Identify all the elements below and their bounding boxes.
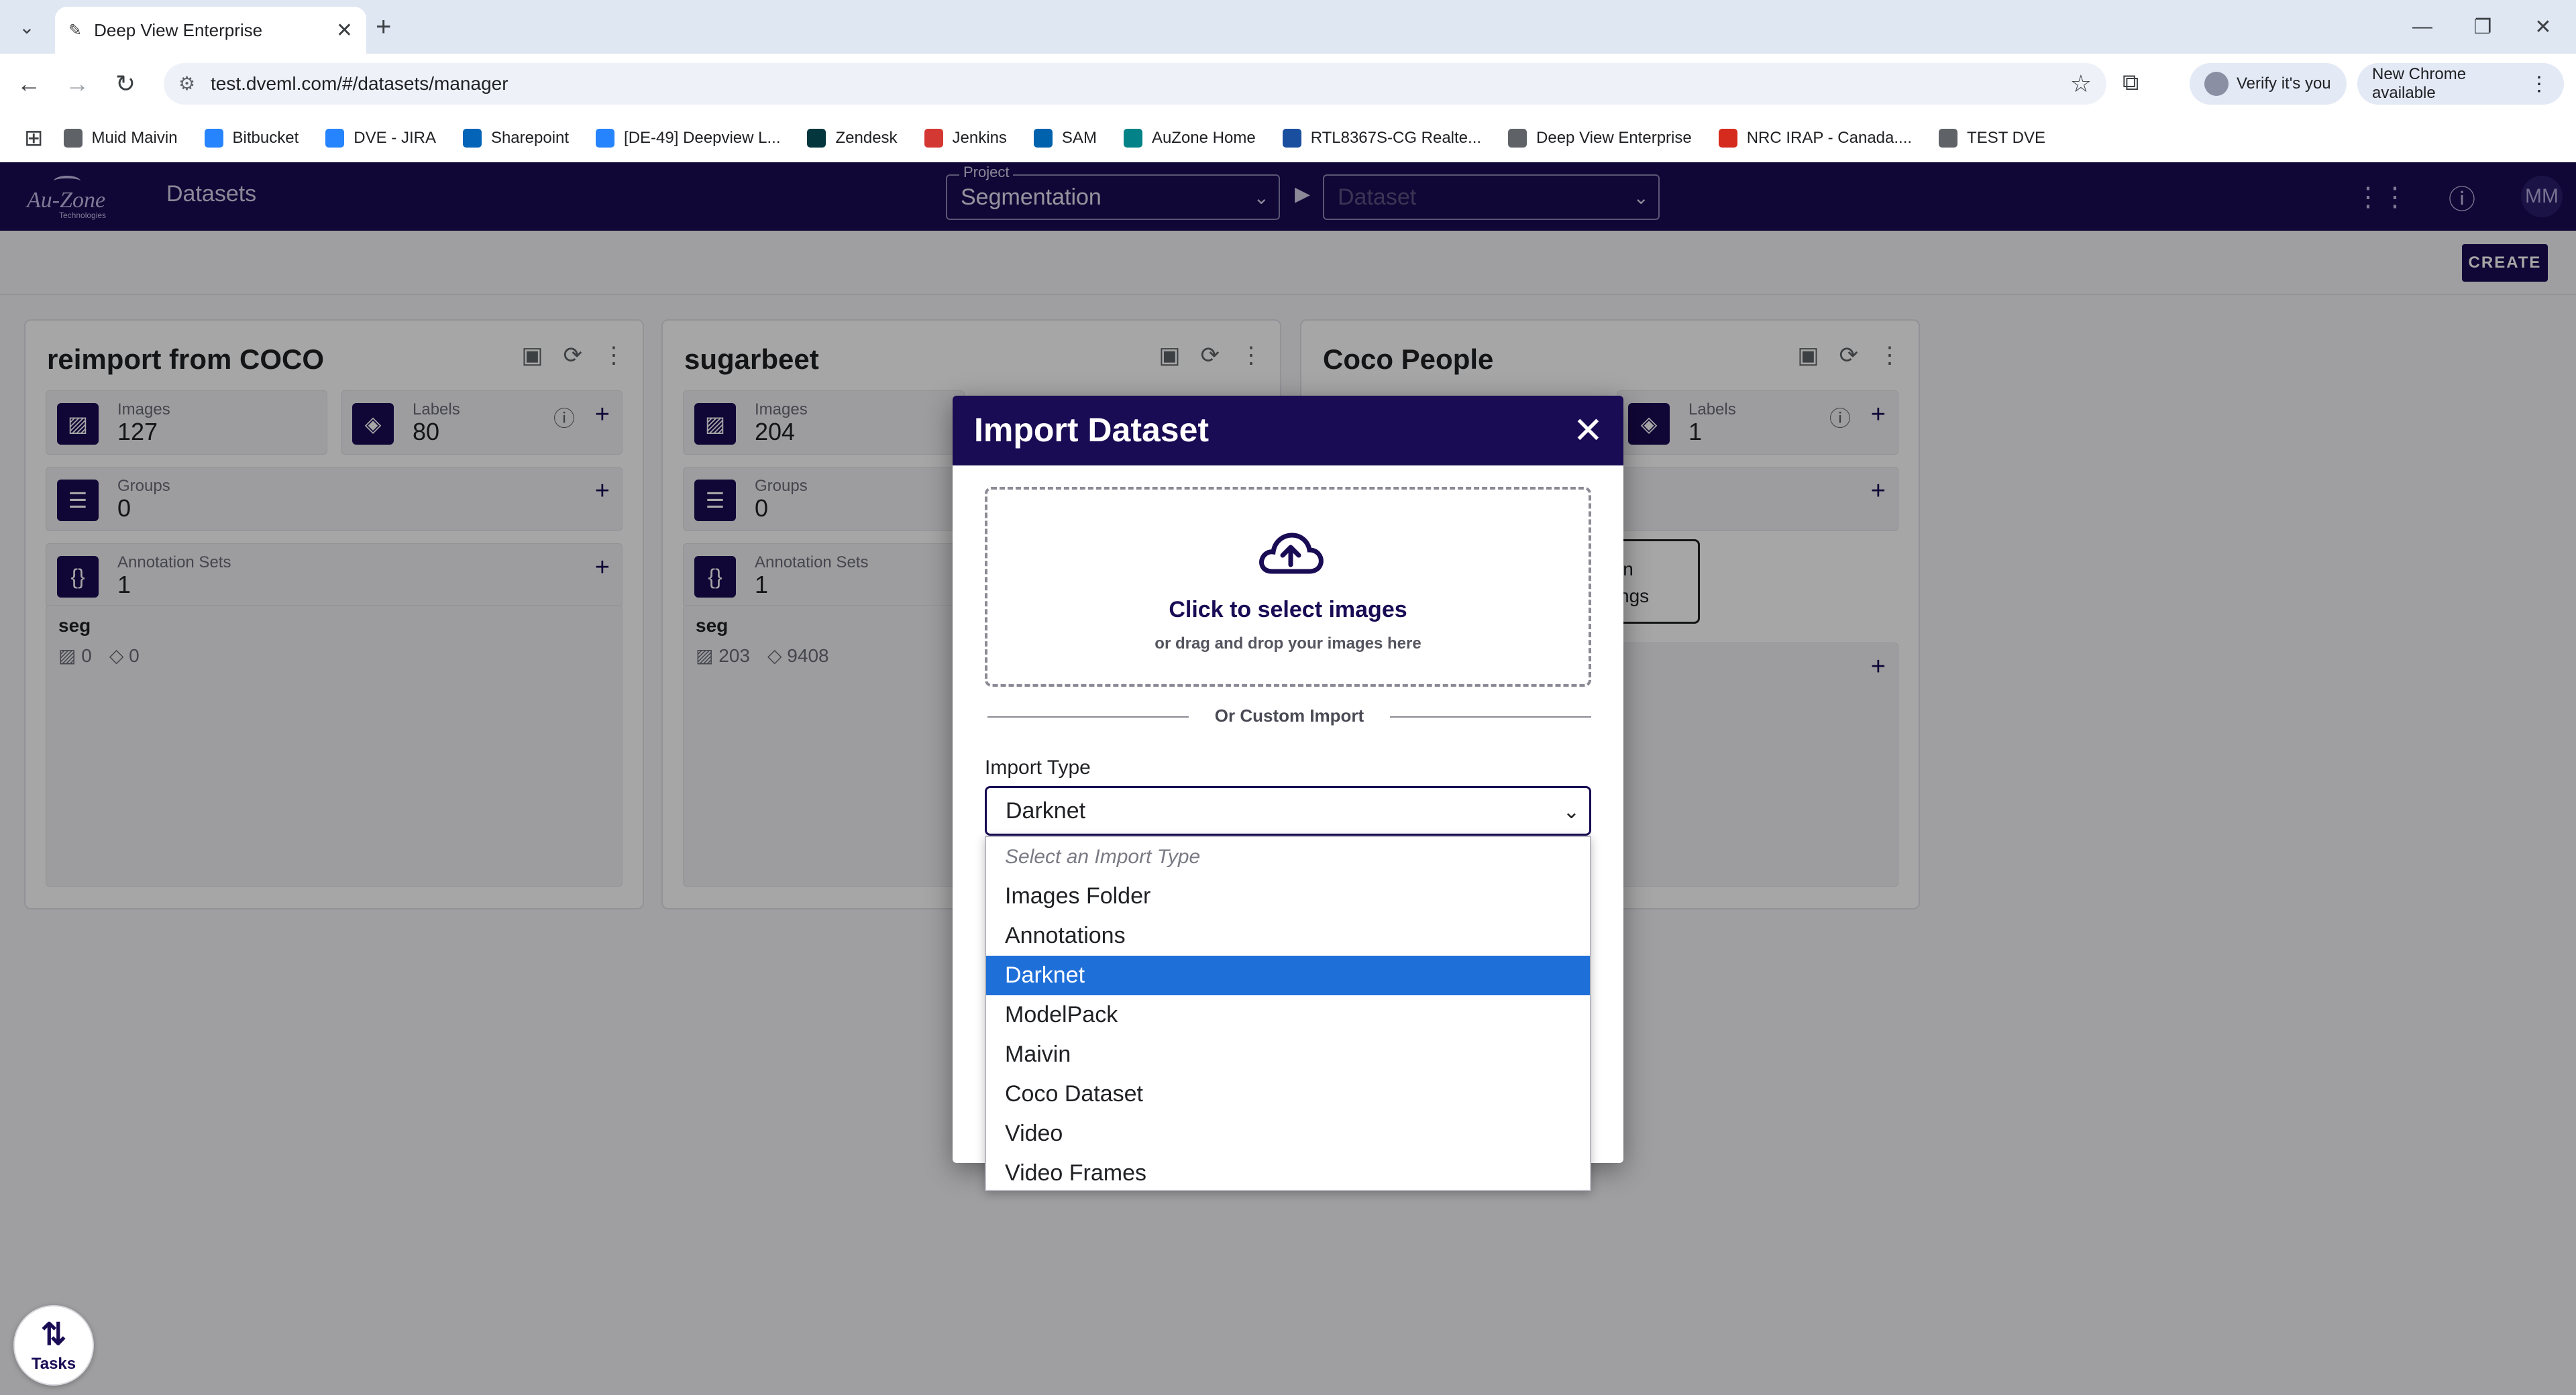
bookmark-item[interactable]: TEST DVE [1939, 128, 2045, 148]
bookmark-favicon-icon [807, 128, 826, 148]
dropzone-hint: or drag and drop your images here [1155, 634, 1421, 653]
import-type-option[interactable]: Images Folder [986, 877, 1590, 916]
bookmark-item[interactable]: AuZone Home [1123, 128, 1256, 148]
or-divider: Or Custom Import [987, 704, 1591, 728]
site-info-icon[interactable]: ⚙ [178, 72, 195, 95]
browser-toolbar: ← → ↻ ⚙ test.dveml.com/#/datasets/manage… [0, 54, 2576, 114]
import-type-option[interactable]: Coco Dataset [986, 1074, 1590, 1114]
import-type-value: Darknet [1006, 797, 1086, 824]
tasks-button[interactable]: ⇅ Tasks [13, 1305, 94, 1386]
bookmark-favicon-icon [1282, 128, 1301, 148]
verify-button[interactable]: Verify it's you [2190, 63, 2347, 105]
option-placeholder: Select an Import Type [1005, 845, 1201, 868]
back-icon[interactable]: ← [11, 66, 47, 102]
bookmark-favicon-icon [325, 128, 345, 148]
bookmark-item[interactable]: NRC IRAP - Canada.... [1718, 128, 1912, 148]
menu-kebab-icon: ⋮ [2529, 72, 2549, 95]
bookmark-favicon-icon [924, 128, 943, 148]
forward-icon[interactable]: → [59, 66, 95, 102]
address-bar[interactable]: ⚙ test.dveml.com/#/datasets/manager ☆ [164, 63, 2106, 105]
import-type-option[interactable]: Video [986, 1114, 1590, 1154]
tab-close-icon[interactable]: ✕ [336, 19, 353, 42]
restore-icon[interactable]: ❐ [2453, 9, 2513, 44]
new-tab-icon[interactable]: + [376, 12, 391, 42]
bookmark-favicon-icon [63, 128, 83, 148]
bookmark-favicon-icon [1033, 128, 1053, 148]
bookmark-favicon-icon [1123, 128, 1142, 148]
bookmark-item[interactable]: Deep View Enterprise [1508, 128, 1692, 148]
bookmarks-bar: ⊞ Muid Maivin Bitbucket DVE - JIRA Sharepoi… [0, 114, 2576, 162]
bookmark-item[interactable]: RTL8367S-CG Realte... [1282, 128, 1481, 148]
extensions-icon[interactable]: ⧉ [2123, 70, 2139, 96]
image-dropzone[interactable]: Click to select images or drag and drop … [985, 487, 1591, 687]
bookmark-item[interactable]: Jenkins [924, 128, 1007, 148]
import-type-label: Import Type [985, 757, 1091, 779]
import-type-option[interactable]: Annotations [986, 916, 1590, 956]
dialog-title: Import Dataset [974, 411, 1210, 449]
bookmark-favicon-icon [596, 128, 615, 148]
cloud-upload-icon [1259, 533, 1324, 574]
tab-title: Deep View Enterprise [94, 19, 263, 40]
update-chrome-button[interactable]: New Chrome available ⋮ [2357, 63, 2564, 105]
sort-arrows-icon: ⇅ [40, 1317, 67, 1351]
chevron-down-icon: ⌄ [1562, 801, 1580, 823]
bookmark-item[interactable]: DVE - JIRA [325, 128, 436, 148]
bookmark-item[interactable]: [DE-49] Deepview L... [596, 128, 780, 148]
bookmark-list: Muid Maivin Bitbucket DVE - JIRA Sharepoint… [63, 128, 2072, 148]
import-type-select[interactable]: Darknet ⌄ [985, 786, 1591, 836]
import-type-option[interactable]: Video Frames [986, 1154, 1590, 1193]
reload-icon[interactable]: ↻ [107, 66, 144, 102]
bookmark-star-icon[interactable]: ☆ [2070, 70, 2092, 98]
import-type-options: Select an Import Type Images Folder Annot… [985, 836, 1591, 1191]
tab-search-icon[interactable]: ⌄ [9, 9, 44, 44]
profile-icon [2204, 72, 2229, 96]
import-type-option[interactable]: Maivin [986, 1035, 1590, 1074]
bookmark-item[interactable]: Zendesk [807, 128, 898, 148]
bookmark-item[interactable]: Bitbucket [204, 128, 299, 148]
browser-tabstrip: ⌄ ✎ Deep View Enterprise ✕ + — ❐ ✕ [0, 0, 2576, 54]
bookmark-favicon-icon [1508, 128, 1527, 148]
bookmark-favicon-icon [1939, 128, 1958, 148]
tasks-label: Tasks [31, 1355, 76, 1373]
minimize-icon[interactable]: — [2392, 9, 2453, 44]
url-text: test.dveml.com/#/datasets/manager [211, 73, 508, 94]
bookmark-favicon-icon [462, 128, 482, 148]
browser-tab[interactable]: ✎ Deep View Enterprise ✕ [55, 7, 366, 54]
bookmark-favicon-icon [1718, 128, 1737, 148]
close-icon[interactable]: ✕ [1573, 409, 1603, 451]
bookmark-item[interactable]: Muid Maivin [63, 128, 178, 148]
window-close-icon[interactable]: ✕ [2513, 9, 2573, 44]
bookmark-item[interactable]: SAM [1033, 128, 1097, 148]
import-type-option[interactable]: Darknet [986, 956, 1590, 995]
favicon-icon: ✎ [68, 21, 83, 40]
dialog-header: Import Dataset ✕ [953, 396, 1623, 465]
apps-grid-icon[interactable]: ⊞ [24, 125, 44, 152]
import-type-option[interactable]: ModelPack [986, 995, 1590, 1035]
bookmark-item[interactable]: Sharepoint [462, 128, 569, 148]
bookmark-favicon-icon [204, 128, 223, 148]
dropzone-title: Click to select images [1169, 597, 1407, 622]
